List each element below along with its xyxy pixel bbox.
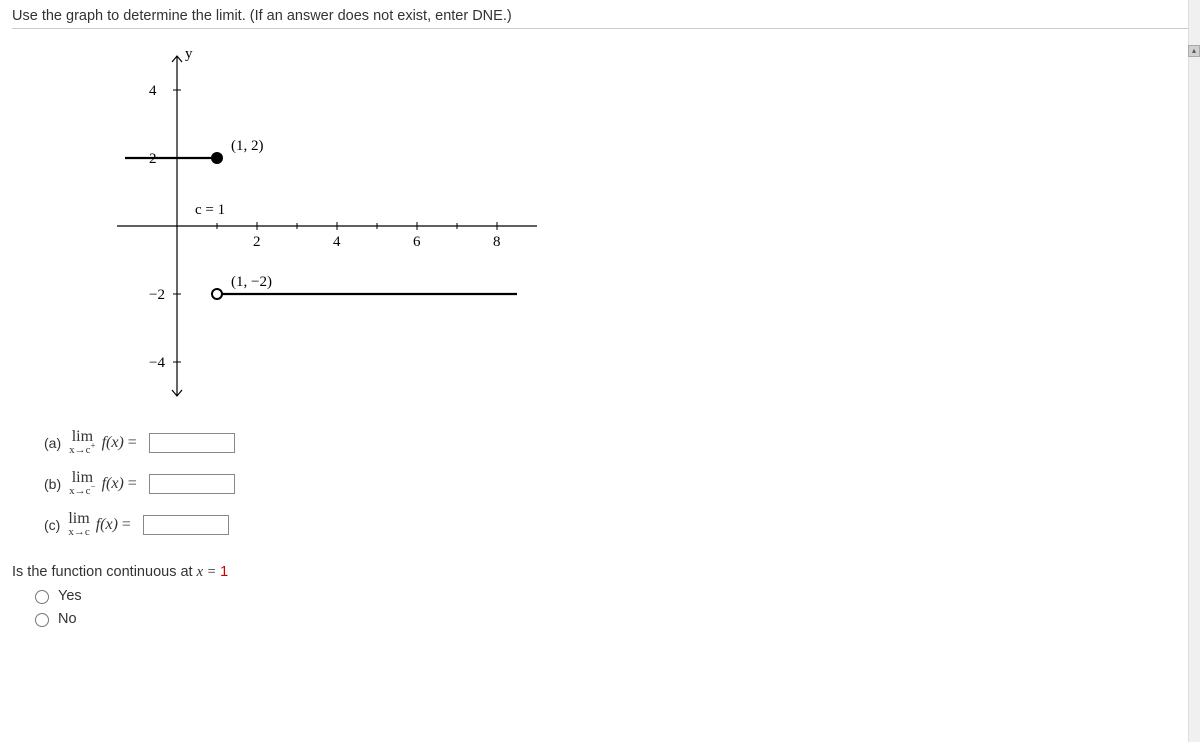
answer-a-input[interactable] <box>149 433 235 453</box>
continuity-yes-row[interactable]: Yes <box>30 587 1188 604</box>
limit-c-sub: x→c <box>68 527 89 538</box>
question-a-label: (a) <box>44 435 61 451</box>
continuity-no-label: No <box>58 611 77 627</box>
graph-svg: yx2468−4−224c = 1(1, 2)(1, −2) <box>102 41 542 411</box>
limit-a-fx: f(x) <box>102 434 124 452</box>
svg-text:y: y <box>185 46 193 62</box>
limit-a-sub: x→c+ <box>69 445 95 456</box>
svg-text:(1, 2): (1, 2) <box>231 138 264 154</box>
continuity-prompt: Is the function continuous at x = 1 <box>12 564 1188 581</box>
question-c-label: (c) <box>44 517 60 533</box>
answer-b-input[interactable] <box>149 474 235 494</box>
scrollbar-track[interactable] <box>1188 0 1200 742</box>
svg-text:2: 2 <box>253 234 261 250</box>
equals-b: = <box>128 475 137 493</box>
limit-b: lim x→c− f(x) = <box>69 470 141 497</box>
scroll-up-icon[interactable]: ▴ <box>1188 45 1200 57</box>
svg-text:4: 4 <box>149 83 157 99</box>
svg-text:6: 6 <box>413 234 421 250</box>
limit-b-fx: f(x) <box>102 475 124 493</box>
continuity-yes-label: Yes <box>58 588 82 604</box>
limit-c-lim: lim <box>68 511 89 527</box>
equals-c: = <box>122 516 131 534</box>
continuity-no-row[interactable]: No <box>30 610 1188 627</box>
limit-a: lim x→c+ f(x) = <box>69 429 141 456</box>
question-c: (c) lim x→c f(x) = <box>44 511 1188 538</box>
question-b: (b) lim x→c− f(x) = <box>44 470 1188 497</box>
question-a: (a) lim x→c+ f(x) = <box>44 429 1188 456</box>
answer-c-input[interactable] <box>143 515 229 535</box>
question-b-label: (b) <box>44 476 61 492</box>
continuity-question: Is the function continuous at x = 1 Yes … <box>12 564 1188 627</box>
equals-a: = <box>128 434 137 452</box>
question-prompt: Use the graph to determine the limit. (I… <box>12 8 1188 24</box>
svg-text:c = 1: c = 1 <box>195 202 225 218</box>
limit-c: lim x→c f(x) = <box>68 511 135 538</box>
graph: yx2468−4−224c = 1(1, 2)(1, −2) <box>102 41 1188 411</box>
svg-text:8: 8 <box>493 234 501 250</box>
svg-text:4: 4 <box>333 234 341 250</box>
divider <box>12 28 1188 29</box>
limit-b-sub: x→c− <box>69 486 95 497</box>
svg-text:−2: −2 <box>149 287 165 303</box>
continuity-yes-radio[interactable] <box>35 590 49 604</box>
svg-text:(1, −2): (1, −2) <box>231 274 272 290</box>
limit-c-fx: f(x) <box>96 516 118 534</box>
svg-text:−4: −4 <box>149 355 165 371</box>
continuity-no-radio[interactable] <box>35 613 49 627</box>
